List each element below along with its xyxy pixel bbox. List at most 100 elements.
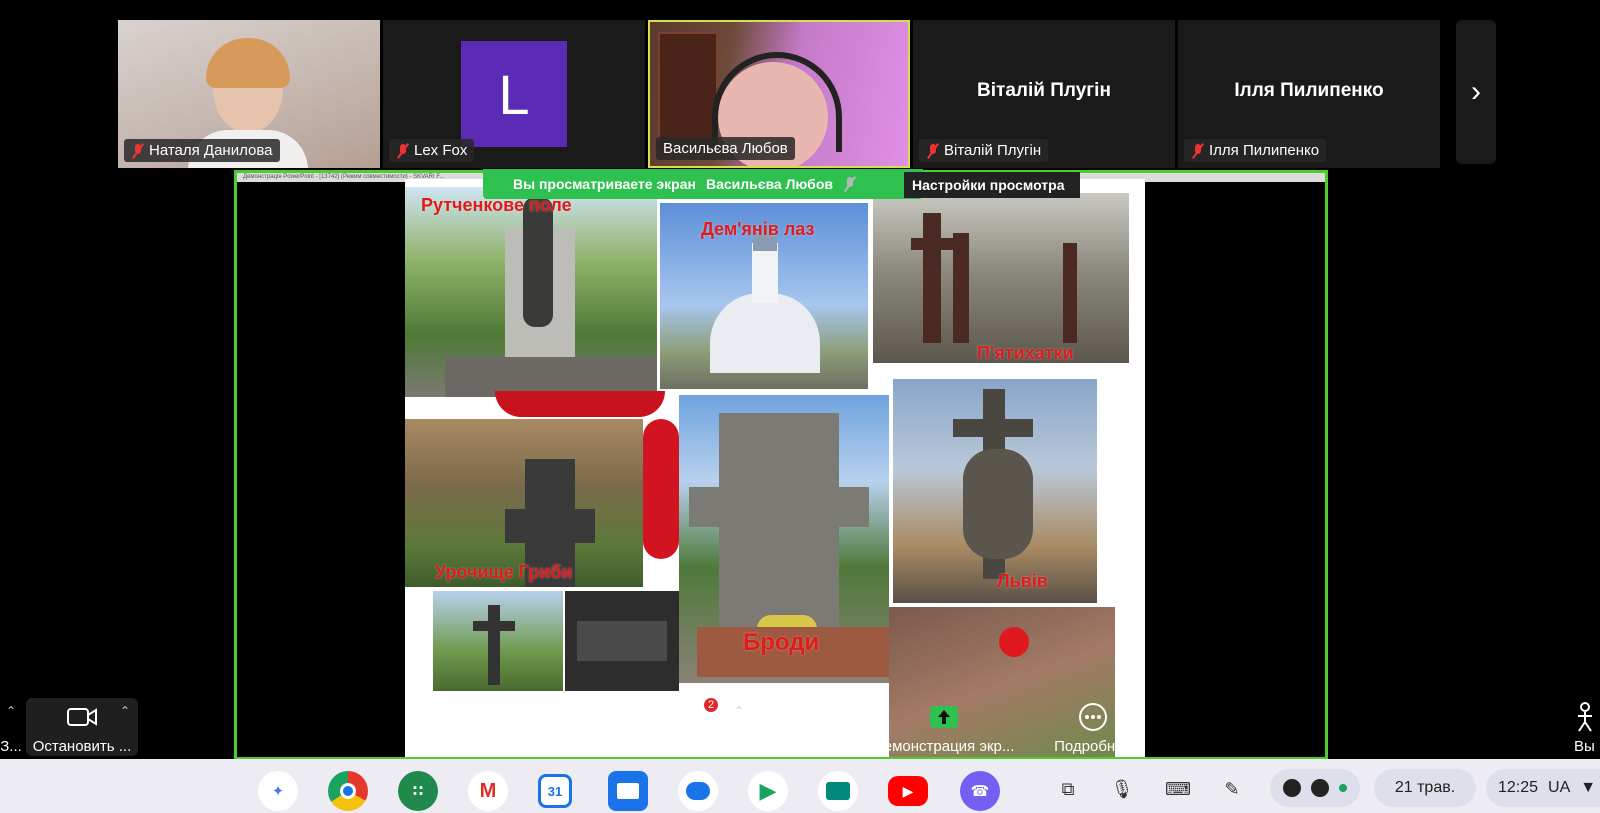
lviv-cross-bar — [953, 419, 1033, 437]
leave-button-partial[interactable]: Вы — [1574, 700, 1600, 755]
date-pill[interactable]: 21 трав. — [1374, 769, 1476, 807]
audio-button-partial[interactable]: З... — [0, 700, 22, 755]
plaque-text — [577, 621, 667, 661]
participant-tile-vasylieva[interactable]: Васильєва Любов — [648, 20, 910, 168]
participant-tile-illia[interactable]: Ілля Пилипенко Ілля Пилипенко — [1178, 20, 1440, 168]
files-icon[interactable] — [608, 771, 648, 811]
monument-cross-bar — [505, 509, 595, 543]
participant-nametag: Ілля Пилипенко — [1184, 139, 1327, 162]
caption-brody: Броди — [743, 629, 820, 656]
participant-tile-lex-fox[interactable]: L Lex Fox — [383, 20, 645, 168]
youtube-icon[interactable]: ▶ — [888, 776, 928, 806]
photo-rutchenkove — [405, 187, 657, 397]
church-body — [710, 293, 820, 373]
messages-icon[interactable] — [678, 771, 718, 811]
add-icon — [1311, 779, 1329, 797]
participants-button[interactable]: Участники — [548, 700, 644, 755]
meet-icon[interactable] — [818, 771, 858, 811]
calendar-icon[interactable]: 31 — [538, 774, 572, 808]
gmail-icon[interactable]: M — [468, 771, 508, 811]
viber-icon[interactable]: ☎ — [960, 771, 1000, 811]
chat-unread-badge: 2 — [704, 698, 719, 712]
chrome-center — [340, 783, 356, 799]
clock-pill[interactable]: 12:25 UA ▼ — [1486, 769, 1600, 807]
participant-nametag: Васильєва Любов — [656, 137, 795, 160]
heart-icon — [768, 700, 838, 734]
participant-tile-vitalii[interactable]: Віталій Плугін Віталій Плугін — [913, 20, 1175, 168]
view-options-button[interactable]: Настройки просмотра — [904, 172, 1080, 198]
cross-mid — [953, 233, 969, 343]
cross-left-bar — [911, 238, 953, 250]
mic-muted-icon — [1191, 143, 1205, 159]
more-button[interactable]: Подробнее — [1050, 700, 1136, 755]
keyboard-icon[interactable]: ⌨ — [1162, 773, 1194, 805]
participants-label: Участники — [560, 738, 632, 755]
chevron-up-icon[interactable]: ⌃ — [734, 704, 744, 718]
participant-name: Наталя Данилова — [149, 142, 273, 159]
chat-label: Чат — [688, 738, 714, 755]
mic-icon — [843, 176, 857, 192]
chat-button[interactable]: Чат — [676, 700, 726, 755]
participant-name: Ілля Пилипенко — [1209, 142, 1320, 159]
participant-name: Віталій Плугін — [944, 142, 1042, 159]
brody-cross-bar — [689, 487, 869, 527]
share-screen-button[interactable]: Демонстрация экр... — [866, 700, 1022, 755]
avatar: L — [461, 41, 567, 147]
stop-video-label: Остановить ... — [32, 738, 132, 755]
reactions-button[interactable]: Реакции — [768, 700, 838, 755]
mic-muted-icon — [926, 143, 940, 159]
status-pill[interactable] — [1270, 769, 1360, 807]
clipboard-icon[interactable]: ⧉ — [1052, 773, 1084, 805]
caption-demyaniv: Дем'янів лаз — [701, 219, 815, 239]
caption-pyatykhatky: П'ятихатки — [977, 343, 1074, 363]
share-screen-label: Демонстрация экр... — [873, 738, 1015, 755]
chevron-up-icon[interactable]: ⌃ — [120, 704, 130, 718]
status-dot-icon — [1339, 784, 1347, 792]
photo-bottom-left — [433, 591, 563, 691]
chat-icon — [676, 700, 726, 734]
shared-screen[interactable]: Демонстрація PowerPoint - [13742] (Режим… — [234, 170, 1328, 760]
more-label: Подробнее — [1054, 738, 1132, 755]
chevron-right-icon: › — [1471, 75, 1481, 108]
poppy-flower — [643, 419, 679, 559]
chrome-icon[interactable] — [328, 771, 368, 811]
gemini-icon[interactable]: ✦ — [258, 771, 298, 811]
apps-launcher-icon[interactable]: ∷ — [398, 771, 438, 811]
banner-presenter: Васильєва Любов — [705, 176, 833, 192]
small-cross — [488, 605, 500, 685]
participants-icon — [548, 700, 644, 734]
church-tower — [752, 243, 778, 303]
message-bubble — [686, 782, 710, 800]
play-store-icon[interactable]: ▶ — [748, 771, 788, 811]
photo-pyatykhatky — [873, 193, 1129, 363]
participant-tile-natalia[interactable]: Наталя Данилова — [118, 20, 380, 168]
participants-count: 49 — [610, 702, 624, 716]
more-dots-icon — [1050, 700, 1136, 734]
next-page-button[interactable]: › — [1456, 20, 1496, 164]
time-text: 12:25 — [1498, 779, 1539, 796]
banner-prefix: Вы просматриваете экран — [513, 176, 696, 192]
folder-shape — [617, 783, 639, 799]
caption-hryby: Урочище Гриби — [435, 562, 573, 582]
screen-share-banner: Вы просматриваете экран Васильєва Любов — [483, 169, 923, 199]
cross-left — [923, 213, 941, 343]
microphone-icon[interactable]: 🎙 — [1106, 773, 1138, 805]
zoom-meeting-window: Наталя Данилова L Lex Fox Васильєва Любо… — [0, 0, 1600, 813]
red-flowers — [999, 627, 1029, 657]
photo-lviv — [893, 379, 1097, 603]
bookshelf — [658, 32, 718, 152]
photo-memorial-plaque — [565, 591, 679, 691]
leave-label: Вы — [1574, 738, 1595, 755]
mic-muted-icon — [131, 143, 145, 159]
participant-nametag: Віталій Плугін — [919, 139, 1049, 162]
lviv-sculpture — [963, 449, 1033, 559]
wifi-icon: ▼ — [1580, 779, 1597, 796]
participant-nametag: Lex Fox — [389, 139, 475, 162]
participant-display-name: Віталій Плугін — [977, 80, 1111, 101]
upload-icon — [1283, 779, 1301, 797]
caption-lviv: Львів — [997, 571, 1048, 591]
stylus-icon[interactable]: ✎ — [1216, 773, 1248, 805]
participant-name: Васильєва Любов — [663, 140, 788, 157]
meet-camera — [826, 782, 850, 800]
participant-name: Lex Fox — [414, 142, 468, 159]
